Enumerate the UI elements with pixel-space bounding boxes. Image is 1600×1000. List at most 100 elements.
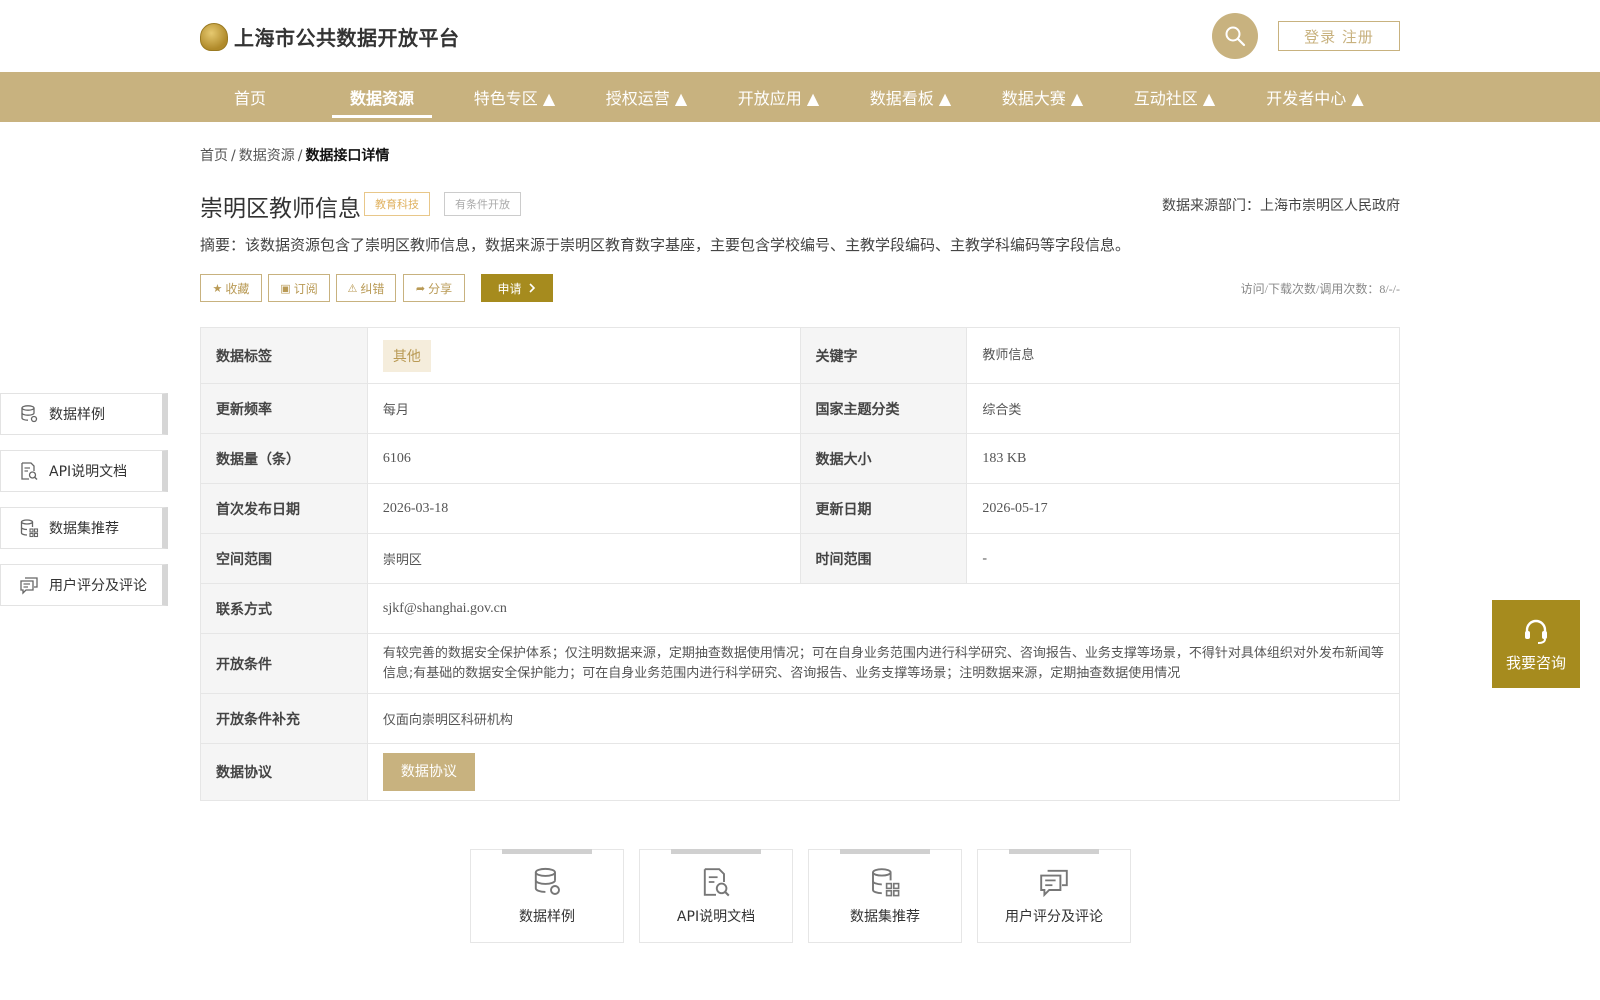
- card-label: 用户评分及评论: [1005, 909, 1103, 925]
- side-nav-data-sample[interactable]: 数据样例: [0, 393, 168, 435]
- nav-featured-zone[interactable]: 特色专区 ▲: [462, 72, 567, 122]
- theme-key: 国家主题分类: [799, 383, 968, 434]
- first-publish-value: 2026-03-18: [366, 483, 801, 534]
- open-supplement-value: 仅面向崇明区科研机构: [366, 693, 1401, 744]
- consult-button[interactable]: 我要咨询: [1492, 600, 1580, 688]
- open-condition-key: 开放条件: [200, 633, 368, 694]
- side-nav-api-doc[interactable]: API说明文档: [0, 450, 168, 492]
- visit-count: 访问/下载次数/调用次数：8/-/-: [1240, 282, 1400, 296]
- favorite-button[interactable]: ★ 收藏: [200, 274, 262, 302]
- record-count-key: 数据量（条）: [200, 433, 368, 484]
- subscribe-button[interactable]: ▣ 订阅: [268, 274, 330, 302]
- warning-icon: ⚠: [347, 281, 358, 295]
- database-gear-icon: [534, 867, 560, 895]
- record-count-value: 6106: [366, 433, 801, 484]
- open-condition-value: 有较完善的数据安全保护体系；仅注明数据来源，定期抽查数据使用情况；可在自身业务范…: [366, 633, 1401, 694]
- card-data-sample[interactable]: 数据样例: [470, 849, 624, 943]
- database-grid-icon: [872, 868, 900, 897]
- first-publish-key: 首次发布日期: [200, 483, 368, 534]
- table-row: 数据标签 其他 关键字 教师信息: [200, 327, 1400, 384]
- time-range-key: 时间范围: [799, 533, 968, 584]
- site-title: 上海市公共数据开放平台: [234, 26, 460, 50]
- table-row: 更新频率 每月 国家主题分类 综合类: [200, 383, 1400, 434]
- keyword-value: 教师信息: [966, 327, 1400, 384]
- card-api-doc[interactable]: API说明文档: [639, 849, 793, 943]
- agreement-cell: 数据协议: [366, 743, 1401, 801]
- nav-authorized-ops[interactable]: 授权运营 ▲: [594, 72, 699, 122]
- side-nav-label: 数据集推荐: [49, 521, 119, 537]
- data-size-value: 183 KB: [966, 433, 1400, 484]
- dataset-info-table: 数据标签 其他 关键字 教师信息 更新频率 每月 国家主题分类 综合类 数据量（…: [200, 327, 1401, 801]
- open-type-tag: 有条件开放: [444, 192, 521, 216]
- nav-home[interactable]: 首页: [210, 72, 290, 122]
- side-nav-label: API说明文档: [49, 464, 128, 480]
- nav-data-contest[interactable]: 数据大赛 ▲: [990, 72, 1095, 122]
- data-agreement-button[interactable]: 数据协议: [382, 753, 475, 791]
- card-top-bar: [502, 849, 592, 854]
- card-dataset-recommend[interactable]: 数据集推荐: [808, 849, 962, 943]
- breadcrumb-data-resources[interactable]: 数据资源: [239, 148, 295, 164]
- comments-icon: [1040, 869, 1068, 898]
- time-range-value: -: [966, 533, 1400, 584]
- dataset-summary: 摘要：该数据资源包含了崇明区教师信息，数据来源于崇明区教育数字基座，主要包含学校…: [200, 236, 1131, 254]
- share-button[interactable]: ➦ 分享: [403, 274, 465, 302]
- card-label: API说明文档: [676, 909, 756, 925]
- breadcrumb-home[interactable]: 首页: [200, 148, 228, 164]
- nav-community[interactable]: 互动社区 ▲: [1122, 72, 1227, 122]
- card-ratings-comments[interactable]: 用户评分及评论: [977, 849, 1131, 943]
- data-tag-cell: 其他: [366, 327, 801, 384]
- table-row: 空间范围 崇明区 时间范围 -: [200, 533, 1400, 584]
- correct-label: 纠错: [360, 281, 385, 296]
- source-department: 数据来源部门：上海市崇明区人民政府: [1162, 198, 1400, 214]
- card-top-bar: [840, 849, 930, 854]
- table-row: 数据协议 数据协议: [200, 743, 1401, 801]
- side-nav-ratings-comments[interactable]: 用户评分及评论: [0, 564, 168, 606]
- update-freq-key: 更新频率: [200, 383, 368, 434]
- card-label: 数据集推荐: [850, 909, 920, 925]
- category-tag: 教育科技: [364, 192, 430, 216]
- side-nav-label: 数据样例: [49, 407, 105, 423]
- nav-data-resources[interactable]: 数据资源: [332, 72, 432, 122]
- breadcrumb-separator: /: [297, 148, 303, 164]
- star-icon: ★: [212, 281, 223, 295]
- database-grid-icon: [20, 519, 39, 538]
- space-range-key: 空间范围: [200, 533, 368, 584]
- login-register-button[interactable]: 登录 注册: [1278, 21, 1400, 51]
- search-icon: [1225, 26, 1246, 47]
- search-button[interactable]: [1212, 13, 1258, 59]
- data-tag-key: 数据标签: [200, 327, 368, 384]
- nav-open-apps[interactable]: 开放应用 ▲: [726, 72, 831, 122]
- update-date-value: 2026-05-17: [966, 483, 1400, 534]
- open-supplement-key: 开放条件补充: [200, 693, 368, 744]
- bookmark-icon: ▣: [280, 281, 291, 295]
- comments-icon: [20, 577, 38, 595]
- document-search-icon: [703, 868, 730, 897]
- theme-value: 综合类: [966, 383, 1400, 434]
- data-tag-badge[interactable]: 其他: [382, 339, 431, 372]
- table-row: 联系方式 sjkf@shanghai.gov.cn: [200, 583, 1401, 634]
- apply-button[interactable]: 申请: [481, 274, 553, 302]
- headset-icon: [1525, 619, 1547, 644]
- subscribe-label: 订阅: [293, 281, 318, 296]
- site-logo[interactable]: 上海市公共数据开放平台: [200, 22, 460, 51]
- correct-button[interactable]: ⚠ 纠错: [336, 274, 396, 302]
- page-title: 崇明区教师信息: [200, 196, 361, 222]
- share-icon: ➦: [415, 281, 426, 295]
- side-nav-label: 用户评分及评论: [49, 578, 147, 594]
- table-row: 开放条件补充 仅面向崇明区科研机构: [200, 693, 1401, 744]
- card-top-bar: [671, 849, 761, 854]
- table-row: 开放条件 有较完善的数据安全保护体系；仅注明数据来源，定期抽查数据使用情况；可在…: [200, 633, 1401, 694]
- main-nav: 首页 数据资源 特色专区 ▲ 授权运营 ▲ 开放应用 ▲ 数据看板 ▲ 数据大赛…: [0, 72, 1600, 122]
- consult-label: 我要咨询: [1505, 653, 1566, 672]
- space-range-value: 崇明区: [366, 533, 801, 584]
- table-row: 数据量（条） 6106 数据大小 183 KB: [200, 433, 1400, 484]
- side-nav-dataset-recommend[interactable]: 数据集推荐: [0, 507, 168, 549]
- card-top-bar: [1009, 849, 1099, 854]
- data-size-key: 数据大小: [799, 433, 968, 484]
- chevron-right-icon: [528, 283, 535, 293]
- contact-key: 联系方式: [200, 583, 368, 634]
- nav-developer-center[interactable]: 开发者中心 ▲: [1254, 72, 1376, 122]
- logo-emblem-icon: [200, 22, 228, 51]
- nav-data-dashboard[interactable]: 数据看板 ▲: [858, 72, 963, 122]
- breadcrumb-separator: /: [231, 148, 236, 164]
